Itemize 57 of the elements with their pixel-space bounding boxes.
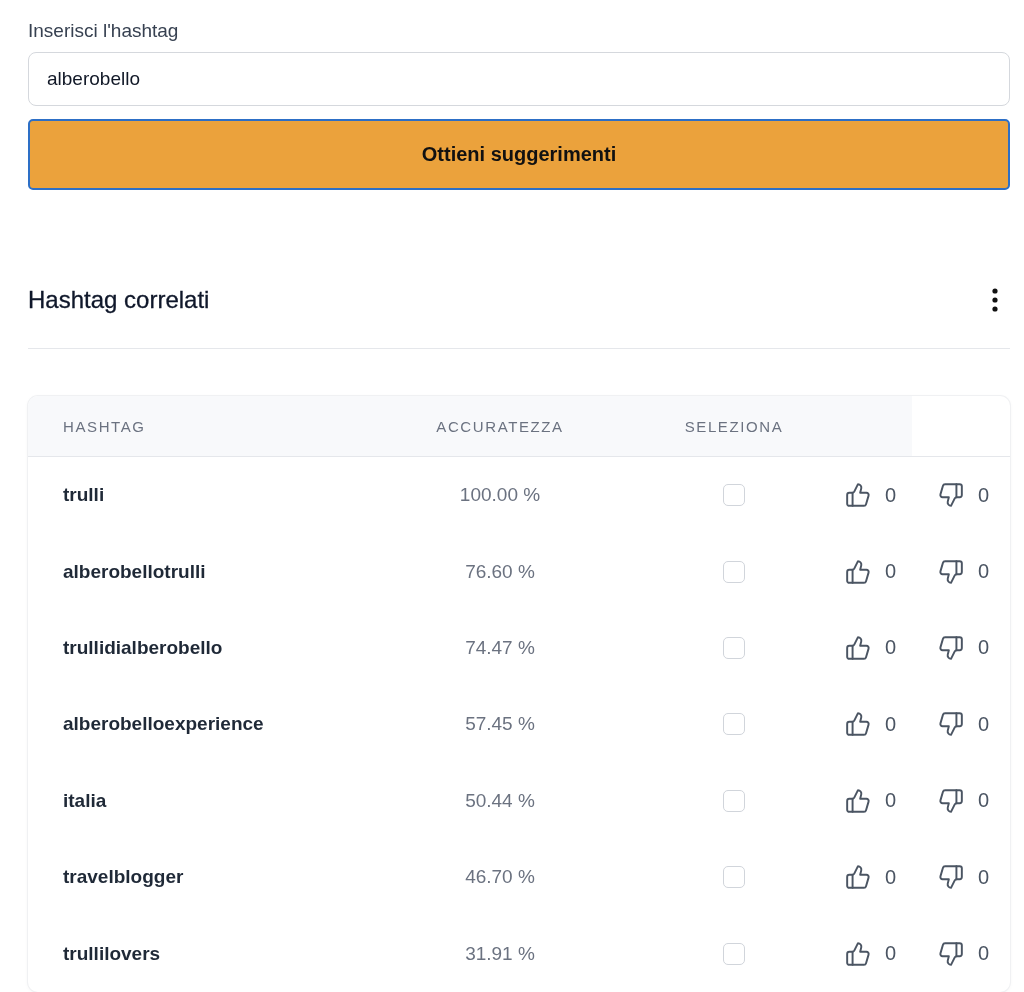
thumbs-down-icon[interactable] bbox=[938, 634, 964, 661]
select-checkbox[interactable] bbox=[723, 789, 745, 812]
hashtag-input[interactable]: alberobello bbox=[28, 52, 1010, 106]
like-count: 0 bbox=[885, 636, 897, 660]
thumbs-down-icon[interactable] bbox=[938, 711, 964, 738]
like-count: 0 bbox=[885, 560, 897, 584]
accuracy-cell: 46.70 % bbox=[465, 866, 535, 889]
thumbs-up-icon[interactable] bbox=[845, 634, 871, 661]
select-checkbox[interactable] bbox=[723, 636, 745, 659]
thumbs-down-icon[interactable] bbox=[938, 558, 964, 585]
accuracy-cell: 31.91 % bbox=[465, 942, 535, 965]
hashtag-cell: trulli bbox=[63, 484, 105, 507]
select-checkbox[interactable] bbox=[723, 866, 745, 889]
hashtag-cell: italia bbox=[63, 789, 107, 812]
thumbs-down-icon[interactable] bbox=[938, 482, 964, 509]
field-label: Inserisci l'hashtag bbox=[28, 20, 179, 42]
accuracy-cell: 100.00 % bbox=[459, 484, 541, 507]
like-count: 0 bbox=[885, 942, 897, 966]
select-checkbox[interactable] bbox=[723, 713, 745, 736]
thumbs-down-icon[interactable] bbox=[938, 864, 964, 891]
column-header: ACCURATEZZA bbox=[436, 417, 564, 435]
dislike-count: 0 bbox=[978, 865, 990, 889]
dislike-count: 0 bbox=[978, 483, 990, 507]
dislike-count: 0 bbox=[978, 712, 990, 736]
thumbs-up-icon[interactable] bbox=[845, 482, 871, 509]
dislike-count: 0 bbox=[978, 560, 990, 584]
hashtag-cell: alberobellotrulli bbox=[63, 560, 206, 583]
hashtag-cell: trullidialberobello bbox=[63, 636, 223, 659]
hashtag-cell: trullilovers bbox=[63, 942, 161, 965]
select-checkbox[interactable] bbox=[723, 484, 745, 507]
accuracy-cell: 74.47 % bbox=[465, 636, 535, 659]
more-options-icon[interactable] bbox=[992, 288, 998, 312]
like-count: 0 bbox=[885, 712, 897, 736]
column-header: SELEZIONA bbox=[684, 417, 784, 435]
hashtag-cell: alberobelloexperience bbox=[63, 713, 264, 736]
thumbs-up-icon[interactable] bbox=[845, 864, 871, 891]
thumbs-down-icon[interactable] bbox=[938, 940, 964, 967]
dislike-count: 0 bbox=[978, 942, 990, 966]
section-title: Hashtag correlati bbox=[28, 285, 210, 315]
thumbs-up-icon[interactable] bbox=[845, 940, 871, 967]
select-checkbox[interactable] bbox=[723, 942, 745, 965]
like-count: 0 bbox=[885, 865, 897, 889]
thumbs-up-icon[interactable] bbox=[845, 787, 871, 814]
like-count: 0 bbox=[885, 789, 897, 813]
column-header: HASHTAG bbox=[63, 417, 146, 435]
accuracy-cell: 76.60 % bbox=[465, 560, 535, 583]
dislike-count: 0 bbox=[978, 789, 990, 813]
dislike-count: 0 bbox=[978, 636, 990, 660]
accuracy-cell: 57.45 % bbox=[465, 713, 535, 736]
thumbs-up-icon[interactable] bbox=[845, 711, 871, 738]
like-count: 0 bbox=[885, 483, 897, 507]
select-checkbox[interactable] bbox=[723, 560, 745, 583]
thumbs-down-icon[interactable] bbox=[938, 787, 964, 814]
hashtag-cell: travelblogger bbox=[63, 866, 184, 889]
submit-button[interactable]: Ottieni suggerimenti bbox=[28, 119, 1010, 190]
thumbs-up-icon[interactable] bbox=[845, 558, 871, 585]
accuracy-cell: 50.44 % bbox=[465, 789, 535, 812]
